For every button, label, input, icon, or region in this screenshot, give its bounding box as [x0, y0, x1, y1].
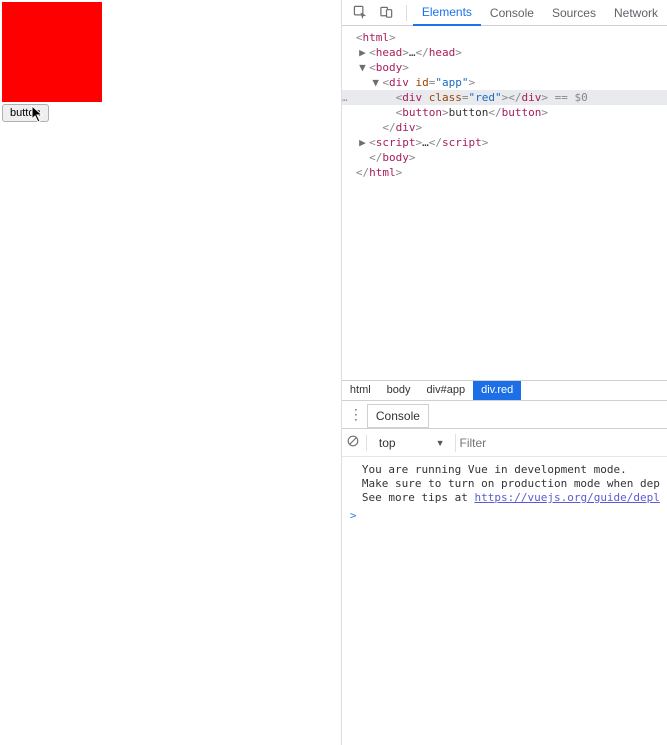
console-filter-input[interactable]	[455, 434, 664, 452]
breadcrumb-item[interactable]: body	[379, 381, 419, 400]
tab-sources[interactable]: Sources	[543, 1, 605, 25]
console-prompt[interactable]: >	[346, 509, 663, 523]
dom-line[interactable]: </body>	[342, 150, 667, 165]
context-value: top	[379, 436, 396, 450]
console-message: See more tips at https://vuejs.org/guide…	[346, 491, 663, 505]
console-link[interactable]: https://vuejs.org/guide/depl	[474, 491, 659, 504]
tab-network[interactable]: Network	[605, 1, 667, 25]
devtools-toolbar: Elements Console Sources Network	[342, 0, 667, 26]
tab-elements[interactable]: Elements	[413, 0, 481, 26]
dom-line[interactable]: <div class="red"></div> == $0	[342, 90, 667, 105]
rendered-page: button	[0, 0, 341, 745]
console-message: Make sure to turn on production mode whe…	[346, 477, 663, 491]
dom-line[interactable]: </div>	[342, 120, 667, 135]
console-message: You are running Vue in development mode.	[346, 463, 663, 477]
chevron-down-icon: ▼	[436, 438, 445, 448]
drawer-header: ⋮ Console	[342, 401, 667, 429]
tab-console[interactable]: Console	[481, 1, 543, 25]
context-selector[interactable]: top ▼	[373, 434, 451, 452]
dom-line[interactable]: <html>	[342, 30, 667, 45]
dom-line[interactable]: ▼<div id="app">	[342, 75, 667, 90]
dom-line[interactable]: ▼<body>	[342, 60, 667, 75]
device-toggle-icon[interactable]	[374, 1, 400, 25]
breadcrumb-item[interactable]: div.red	[473, 381, 521, 400]
devtools-panel: Elements Console Sources Network <html> …	[341, 0, 667, 745]
page-button[interactable]: button	[2, 104, 49, 122]
dom-line[interactable]: <button>button</button>	[342, 105, 667, 120]
inspect-icon[interactable]	[348, 1, 374, 25]
breadcrumb-item[interactable]: html	[342, 381, 379, 400]
console-drawer: ⋮ Console top ▼ You are running Vue in d…	[342, 400, 667, 745]
clear-console-icon[interactable]	[346, 434, 360, 451]
drawer-menu-icon[interactable]: ⋮	[345, 406, 367, 423]
console-output[interactable]: You are running Vue in development mode.…	[342, 457, 667, 745]
divider	[366, 435, 367, 451]
breadcrumb-item[interactable]: div#app	[419, 381, 474, 400]
drawer-tab-console[interactable]: Console	[367, 404, 429, 428]
red-box	[2, 2, 102, 102]
console-controls: top ▼	[342, 429, 667, 457]
dom-line[interactable]: </html>	[342, 165, 667, 180]
breadcrumb: htmlbodydiv#appdiv.red	[342, 380, 667, 400]
dom-line[interactable]: ▶<script>…</script>	[342, 135, 667, 150]
dom-line[interactable]: ▶<head>…</head>	[342, 45, 667, 60]
dom-tree[interactable]: <html> ▶<head>…</head> ▼<body> ▼<div id=…	[342, 26, 667, 380]
divider	[406, 5, 407, 21]
